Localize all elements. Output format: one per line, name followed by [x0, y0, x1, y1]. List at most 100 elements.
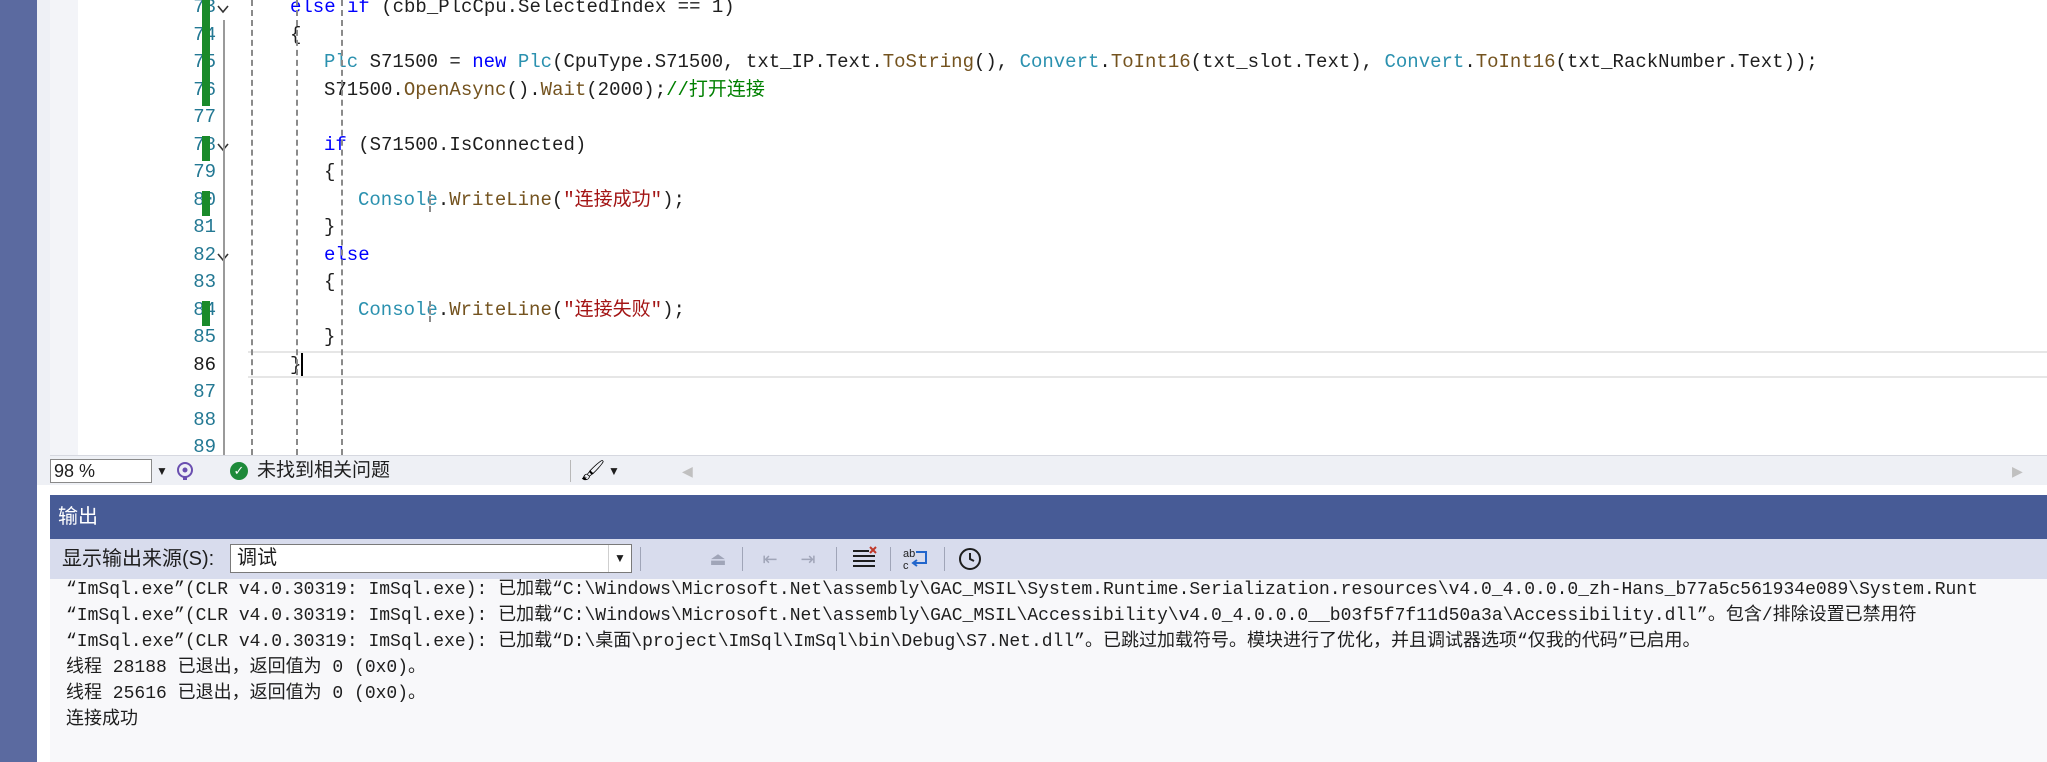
divider — [742, 547, 743, 571]
output-line: 线程 28188 已退出，返回值为 0 (0x0)。 — [66, 658, 427, 678]
code-token: WriteLine — [449, 188, 552, 211]
line-number: 81 — [193, 216, 216, 238]
code-token: { — [324, 271, 336, 293]
line-number: 86 — [193, 353, 216, 376]
code-token: (). — [506, 78, 541, 101]
code-token: . — [437, 188, 450, 211]
chevron-down-icon[interactable]: ▼ — [153, 459, 171, 483]
indent-guide — [429, 300, 431, 322]
code-token: OpenAsync — [403, 78, 507, 101]
editor-status-bar: 98 % ▼ ✓ 未找到相关问题 🖌 ▼ ◀ ▶ 行: — [50, 455, 2047, 485]
svg-text:ab: ab — [903, 548, 915, 560]
output-source-select[interactable]: 调试 ▼ — [230, 544, 632, 573]
code-line[interactable]: Plc S71500 = new Plc(CpuType.S71500, txt… — [324, 49, 1818, 77]
chevron-down-icon[interactable]: ▼ — [608, 545, 631, 572]
change-marker — [202, 0, 210, 104]
divider — [944, 547, 945, 571]
output-panel: 输出 显示输出来源(S): 调试 ▼ ⏏ ⇤ ⇥ ab c “ImSql.exe”… — [50, 495, 2047, 762]
change-marker — [202, 135, 210, 161]
editor-left-margin — [37, 0, 50, 485]
code-token: Console — [358, 298, 438, 321]
check-icon: ✓ — [230, 462, 248, 480]
clock-icon[interactable] — [956, 546, 984, 572]
output-source-value: 调试 — [237, 547, 277, 569]
code-token: Convert — [1384, 51, 1465, 73]
intellicode-icon[interactable] — [174, 460, 196, 482]
code-token: (txt_slot.Text), — [1190, 51, 1385, 73]
code-token: (S71500.IsConnected) — [346, 133, 587, 156]
code-token: new — [472, 51, 507, 73]
output-toolbar: 显示输出来源(S): 调试 ▼ ⏏ ⇤ ⇥ ab c — [50, 539, 2047, 579]
divider — [640, 547, 641, 571]
text-caret — [301, 353, 303, 376]
indent-guide — [296, 0, 298, 455]
code-line[interactable]: else if (cbb_PlcCpu.SelectedIndex == 1) — [290, 0, 735, 22]
line-number: 85 — [193, 326, 216, 348]
current-line-highlight — [248, 351, 2047, 378]
code-line[interactable]: S71500.OpenAsync().Wait(2000);//打开连接 — [324, 77, 765, 105]
issues-status[interactable]: 未找到相关问题 — [257, 458, 390, 484]
code-token: ToInt16 — [1110, 51, 1191, 73]
divider — [570, 460, 571, 482]
code-token: Plc — [517, 51, 553, 73]
zoom-level-input[interactable]: 98 % — [50, 459, 152, 483]
line-number: 87 — [193, 381, 216, 403]
previous-message-icon[interactable]: ⇤ — [756, 546, 784, 572]
scroll-left-icon[interactable]: ◀ — [682, 460, 693, 482]
chevron-down-icon[interactable]: ▼ — [608, 459, 620, 483]
code-token: else — [324, 243, 370, 266]
clear-all-icon[interactable] — [850, 546, 878, 572]
change-marker — [202, 300, 210, 326]
code-line[interactable]: if (S71500.IsConnected) — [324, 132, 586, 160]
code-token: . — [437, 298, 450, 321]
code-token: (), — [973, 51, 1020, 73]
code-token: "连接失败" — [563, 298, 663, 321]
code-token: S71500 = — [358, 51, 473, 73]
line-number: 75 — [110, 49, 216, 77]
output-line: 连接成功 — [66, 710, 138, 730]
find-message-icon[interactable]: ⏏ — [704, 546, 732, 572]
change-marker — [202, 190, 210, 216]
word-wrap-icon[interactable]: ab c — [902, 546, 930, 572]
code-token: { — [324, 161, 336, 183]
code-token: ( — [551, 188, 564, 211]
code-editor[interactable]: 73 else if (cbb_PlcCpu.SelectedIndex == 1… — [50, 0, 2047, 455]
code-line[interactable]: { — [324, 269, 335, 297]
code-token: ToInt16 — [1475, 51, 1556, 73]
output-text-area[interactable]: “ImSql.exe”(CLR v4.0.30319: ImSql.exe): … — [50, 579, 2047, 762]
editor-gutter — [50, 0, 78, 455]
code-token: . — [1099, 51, 1111, 73]
code-line[interactable]: } — [324, 214, 335, 242]
line-number: 78 — [110, 132, 216, 160]
output-panel-title: 输出 — [50, 495, 2047, 539]
code-token: (txt_RackNumber.Text)); — [1555, 51, 1818, 73]
left-dock-strip — [0, 0, 50, 762]
code-line[interactable]: } — [324, 324, 335, 352]
code-token: ); — [662, 188, 685, 211]
next-message-icon[interactable]: ⇥ — [794, 546, 822, 572]
scroll-right-icon[interactable]: ▶ — [2012, 460, 2023, 482]
code-token: if — [324, 133, 347, 156]
code-token: Convert — [1019, 51, 1100, 73]
output-line: “ImSql.exe”(CLR v4.0.30319: ImSql.exe): … — [66, 632, 1701, 652]
code-token: Console — [358, 188, 438, 211]
output-line: 线程 25616 已退出，返回值为 0 (0x0)。 — [66, 684, 427, 704]
code-token: (cbb_PlcCpu.SelectedIndex == 1) — [369, 0, 735, 18]
code-line[interactable]: Console.WriteLine("连接成功"); — [358, 187, 685, 215]
code-line[interactable]: Console.WriteLine("连接失败"); — [358, 297, 685, 325]
code-line[interactable]: { — [324, 159, 335, 187]
code-token: "连接成功" — [563, 188, 663, 211]
svg-text:c: c — [903, 560, 909, 572]
line-number: 88 — [193, 408, 216, 431]
code-token: //打开连接 — [666, 78, 765, 101]
divider — [890, 547, 891, 571]
code-cleanup-icon[interactable]: 🖌 — [580, 459, 605, 483]
code-token: else if — [290, 0, 370, 18]
fold-chevron-icon[interactable] — [216, 2, 230, 16]
code-token: WriteLine — [449, 298, 552, 321]
code-line[interactable]: else — [324, 242, 370, 270]
line-number: 79 — [193, 161, 216, 183]
code-token: S71500. — [324, 78, 404, 101]
indent-guide — [429, 190, 431, 212]
